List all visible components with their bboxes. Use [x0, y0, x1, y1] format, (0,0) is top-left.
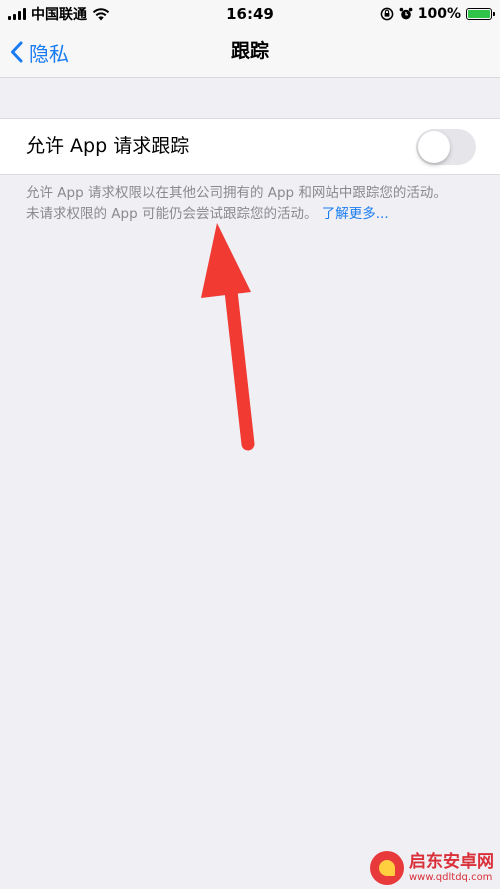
allow-tracking-label: 允许 App 请求跟踪 [26, 135, 190, 157]
footnote-line-1: 允许 App 请求权限以在其他公司拥有的 App 和网站中跟踪您的活动。 [26, 185, 447, 201]
watermark-text: 启东安卓网 www.qdltdq.com [409, 851, 494, 884]
learn-more-link[interactable]: 了解更多... [322, 206, 389, 222]
red-arrow-icon [201, 223, 255, 451]
tracking-footnote: 允许 App 请求权限以在其他公司拥有的 App 和网站中跟踪您的活动。 未请求… [26, 183, 486, 225]
watermark-url: www.qdltdq.com [409, 871, 493, 883]
status-bar: 中国联通 16:49 100% [0, 0, 500, 28]
allow-tracking-toggle[interactable] [416, 129, 476, 165]
navigation-bar: 隐私 跟踪 [0, 28, 500, 78]
page-title: 跟踪 [230, 40, 269, 62]
watermark: 启东安卓网 www.qdltdq.com [370, 848, 498, 888]
allow-tracking-row: 允许 App 请求跟踪 [0, 118, 500, 175]
footnote-line-2: 未请求权限的 App 可能仍会尝试跟踪您的活动。 了解更多... [26, 204, 486, 225]
orientation-lock-icon [380, 7, 394, 21]
battery-charging-icon [466, 8, 495, 20]
battery-percent: 100% [417, 6, 461, 22]
watermark-logo [370, 851, 404, 885]
alarm-clock-icon [399, 7, 413, 20]
battery-fill [468, 10, 490, 18]
toggle-knob [418, 131, 450, 163]
status-bar-right: 100% [380, 0, 495, 28]
footnote-line-2-text: 未请求权限的 App 可能仍会尝试跟踪您的活动。 [26, 206, 318, 222]
watermark-name: 启东安卓网 [409, 851, 494, 872]
